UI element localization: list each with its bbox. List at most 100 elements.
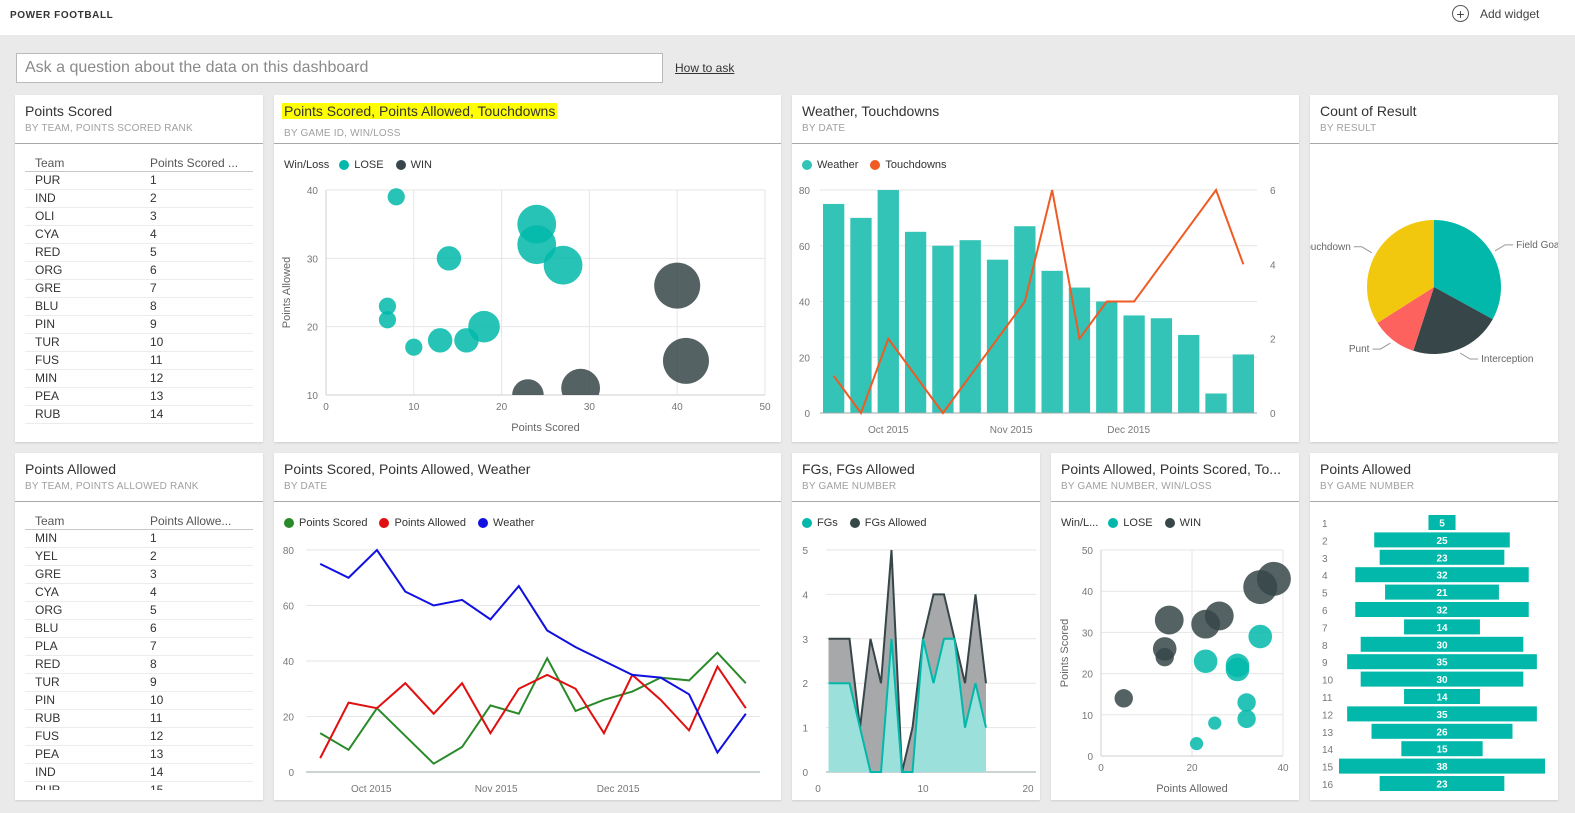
tile-count-of-result[interactable]: Count of Result BY RESULT Field Goal Inte… — [1310, 95, 1558, 442]
legend-item-lose[interactable]: LOSE — [339, 159, 384, 171]
weather-bar[interactable] — [1150, 318, 1173, 413]
legend-item-touchdowns[interactable]: Touchdowns — [870, 159, 947, 171]
table-row[interactable]: OLI 3 — [25, 207, 253, 226]
scatter-chart[interactable]: 10 20 30 40 0 10 20 30 40 50 Points Scored Points A… — [274, 145, 781, 442]
how-to-ask-link[interactable]: How to ask — [675, 61, 734, 75]
legend-item-win[interactable]: WIN — [1164, 517, 1201, 529]
bubble-lose[interactable] — [1225, 653, 1250, 678]
table-row[interactable]: GRE 3 — [25, 565, 253, 584]
weather-bar[interactable] — [986, 259, 1009, 413]
pie-chart[interactable]: Field Goal Interception Punt Touchdown — [1310, 145, 1558, 442]
weather-bar[interactable] — [1068, 287, 1091, 413]
table-row[interactable]: PEA 13 — [25, 387, 253, 406]
legend-item-win[interactable]: WIN — [395, 159, 432, 171]
weather-bar[interactable] — [1232, 354, 1254, 413]
table-row[interactable]: BLU 8 — [25, 297, 253, 316]
table-row[interactable]: PLA 7 — [25, 637, 253, 656]
add-widget-button[interactable]: + Add widget — [1452, 5, 1539, 22]
bubble-lose[interactable] — [1208, 716, 1222, 730]
column-header-team[interactable]: Team — [25, 513, 140, 530]
bubble-lose[interactable] — [1193, 649, 1218, 674]
bubble-win[interactable] — [662, 337, 709, 384]
bubble-win[interactable] — [654, 262, 701, 309]
weather-bar[interactable] — [823, 203, 845, 413]
bubble-win[interactable] — [1114, 689, 1133, 708]
bubble-win[interactable] — [1154, 605, 1184, 635]
table-row[interactable]: MIN 1 — [25, 529, 253, 548]
bubble-lose[interactable] — [1237, 709, 1256, 729]
bubble-win[interactable] — [1204, 601, 1234, 631]
weather-bar[interactable] — [877, 190, 899, 413]
scatter-chart[interactable]: 0 10 20 30 40 50 0 20 40 Points Allowed Points Sco… — [1051, 503, 1299, 800]
legend-item-weather[interactable]: Weather — [802, 159, 858, 171]
bubble-lose[interactable] — [427, 328, 453, 353]
bubble-win[interactable] — [512, 379, 544, 411]
legend-item-weather[interactable]: Weather — [478, 517, 534, 529]
qa-input[interactable] — [16, 53, 663, 83]
legend-item-fgs-allowed[interactable]: FGs Allowed — [849, 517, 927, 529]
bubble-lose[interactable] — [387, 188, 405, 206]
table-row[interactable]: PIN 9 — [25, 315, 253, 334]
table-row[interactable]: RUB 11 — [25, 709, 253, 728]
bubble-lose[interactable] — [543, 245, 583, 285]
bubble-lose[interactable] — [1189, 737, 1204, 751]
table-row[interactable]: TUR 9 — [25, 673, 253, 692]
tile-points-scored-table[interactable]: Points Scored BY TEAM, POINTS SCORED RAN… — [15, 95, 263, 442]
table-row[interactable]: RED 8 — [25, 655, 253, 674]
bubble-lose[interactable] — [1248, 624, 1273, 649]
line-chart[interactable]: 0 20 40 60 80 Oct 2015 Nov 2015 Dec 2015 — [274, 503, 781, 800]
legend-item-lose[interactable]: LOSE — [1108, 517, 1153, 529]
tile-points-allowed-table[interactable]: Points Allowed BY TEAM, POINTS ALLOWED R… — [15, 453, 263, 800]
table-row[interactable]: ORG 6 — [25, 261, 253, 280]
table-row[interactable]: YEL 2 — [25, 547, 253, 566]
table-row[interactable]: YEL15 — [25, 423, 253, 427]
tile-points-scored-allowed-touchdowns[interactable]: Points Scored, Points Allowed, Touchdown… — [274, 95, 781, 442]
column-header-rank[interactable]: Points Scored ... — [140, 155, 253, 172]
tile-points-allowed-scored-scatter[interactable]: Points Allowed, Points Scored, To... BY … — [1051, 453, 1299, 800]
bubble-lose[interactable] — [468, 310, 500, 343]
weather-bar[interactable] — [850, 217, 872, 413]
weather-bar[interactable] — [1096, 301, 1118, 414]
table-row[interactable]: PEA 13 — [25, 745, 253, 764]
tile-weather-touchdowns[interactable]: Weather, Touchdowns BY DATE Weather Touc… — [792, 95, 1299, 442]
bubble-lose[interactable] — [405, 338, 423, 356]
table-row[interactable]: IND 14 — [25, 763, 253, 782]
table-row[interactable]: PUR 15 — [25, 781, 253, 790]
table-row[interactable]: RUB 14 — [25, 405, 253, 424]
bubble-lose[interactable] — [436, 246, 462, 271]
tile-fgs[interactable]: FGs, FGs Allowed BY GAME NUMBER FGs FGs … — [792, 453, 1040, 800]
funnel-chart[interactable]: 1 52 253 234 325 216 327 148 309 3510 3011 1412 3513… — [1310, 503, 1558, 800]
table-row[interactable]: PIN 10 — [25, 691, 253, 710]
weather-bar[interactable] — [1205, 393, 1227, 413]
table-row[interactable]: FUS 11 — [25, 351, 253, 370]
table-row[interactable]: RED 5 — [25, 243, 253, 262]
table-row[interactable]: IND 2 — [25, 189, 253, 208]
weather-bar[interactable] — [1041, 270, 1063, 413]
bubble-win[interactable] — [1152, 637, 1177, 661]
table-row[interactable]: FUS 12 — [25, 727, 253, 746]
column-header-team[interactable]: Team — [25, 155, 140, 172]
area-chart[interactable]: 0 1 2 3 4 5 0 10 20 — [792, 503, 1040, 800]
bubble-win[interactable] — [1256, 561, 1291, 596]
table-row[interactable]: CYA 4 — [25, 583, 253, 602]
table-row[interactable]: CYA 4 — [25, 225, 253, 244]
table-row[interactable]: PUR 1 — [25, 171, 253, 190]
weather-bar[interactable] — [932, 245, 954, 413]
column-header-rank[interactable]: Points Allowe... — [140, 513, 253, 530]
bubble-lose[interactable] — [1237, 693, 1256, 712]
table-row[interactable]: TUR 10 — [25, 333, 253, 352]
weather-bar[interactable] — [1014, 226, 1036, 413]
tile-points-weather-lines[interactable]: Points Scored, Points Allowed, Weather B… — [274, 453, 781, 800]
legend-item-points-scored[interactable]: Points Scored — [284, 517, 367, 529]
legend-item-fgs[interactable]: FGs — [802, 517, 838, 529]
weather-bar[interactable] — [1178, 334, 1200, 413]
weather-bar[interactable] — [1123, 315, 1145, 413]
table-row[interactable]: BLU 6 — [25, 619, 253, 638]
table-row[interactable]: MIN 12 — [25, 369, 253, 388]
legend-item-points-allowed[interactable]: Points Allowed — [379, 517, 466, 529]
bubble-lose[interactable] — [378, 311, 397, 329]
tile-points-allowed-funnel[interactable]: Points Allowed BY GAME NUMBER 1 5 2 25 3 23 4 3… — [1310, 453, 1558, 800]
table-row[interactable]: GRE 7 — [25, 279, 253, 298]
combo-chart[interactable]: 0 20 40 60 80 0 2 4 6 Oct 2015 Nov 2015 Dec 2015 — [792, 145, 1299, 442]
table-row[interactable]: ORG 5 — [25, 601, 253, 620]
